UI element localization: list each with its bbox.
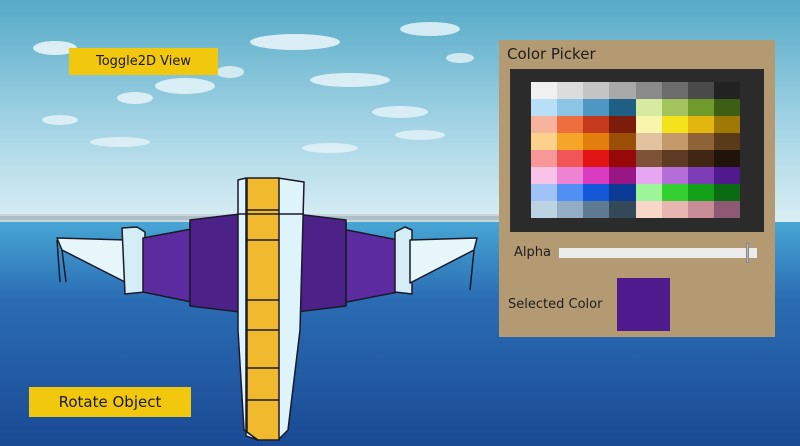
color-swatch[interactable] xyxy=(557,150,584,167)
color-swatch[interactable] xyxy=(583,99,610,116)
color-swatch[interactable] xyxy=(531,82,558,99)
color-swatch[interactable] xyxy=(635,99,662,116)
color-swatch[interactable] xyxy=(609,150,636,167)
color-palette-grid xyxy=(531,82,740,218)
color-swatch[interactable] xyxy=(531,133,558,150)
color-swatch[interactable] xyxy=(557,133,584,150)
color-swatch[interactable] xyxy=(609,167,636,184)
color-swatch[interactable] xyxy=(557,167,584,184)
color-swatch[interactable] xyxy=(635,133,662,150)
palette-frame xyxy=(510,69,764,232)
color-swatch[interactable] xyxy=(661,82,688,99)
color-swatch[interactable] xyxy=(609,99,636,116)
color-swatch[interactable] xyxy=(635,82,662,99)
color-swatch[interactable] xyxy=(609,133,636,150)
color-swatch[interactable] xyxy=(661,99,688,116)
selected-color-label: Selected Color xyxy=(508,297,603,312)
color-swatch[interactable] xyxy=(557,184,584,201)
color-swatch[interactable] xyxy=(661,150,688,167)
color-swatch[interactable] xyxy=(583,167,610,184)
color-swatch[interactable] xyxy=(687,99,714,116)
color-swatch[interactable] xyxy=(713,184,740,201)
color-swatch[interactable] xyxy=(583,184,610,201)
color-swatch[interactable] xyxy=(687,150,714,167)
color-swatch[interactable] xyxy=(635,116,662,133)
color-swatch[interactable] xyxy=(609,184,636,201)
color-swatch[interactable] xyxy=(661,201,688,218)
color-swatch[interactable] xyxy=(609,201,636,218)
color-swatch[interactable] xyxy=(583,82,610,99)
color-swatch[interactable] xyxy=(583,116,610,133)
color-swatch[interactable] xyxy=(713,150,740,167)
color-swatch[interactable] xyxy=(531,167,558,184)
color-swatch[interactable] xyxy=(713,99,740,116)
alpha-slider-handle[interactable] xyxy=(746,243,750,263)
color-swatch[interactable] xyxy=(635,184,662,201)
color-swatch[interactable] xyxy=(713,116,740,133)
color-swatch[interactable] xyxy=(557,82,584,99)
color-swatch[interactable] xyxy=(609,116,636,133)
color-swatch[interactable] xyxy=(531,201,558,218)
color-swatch[interactable] xyxy=(687,116,714,133)
rotate-object-button[interactable]: Rotate Object xyxy=(29,387,191,417)
color-swatch[interactable] xyxy=(687,201,714,218)
color-swatch[interactable] xyxy=(687,82,714,99)
selected-color-swatch xyxy=(617,278,670,331)
color-swatch[interactable] xyxy=(713,167,740,184)
toggle-2d-view-button[interactable]: Toggle2D View xyxy=(69,48,218,75)
color-swatch[interactable] xyxy=(557,99,584,116)
color-swatch[interactable] xyxy=(635,167,662,184)
color-swatch[interactable] xyxy=(609,82,636,99)
color-swatch[interactable] xyxy=(557,201,584,218)
color-swatch[interactable] xyxy=(531,99,558,116)
color-swatch[interactable] xyxy=(713,201,740,218)
color-swatch[interactable] xyxy=(635,201,662,218)
color-swatch[interactable] xyxy=(531,184,558,201)
color-swatch[interactable] xyxy=(635,150,662,167)
color-swatch[interactable] xyxy=(661,167,688,184)
color-swatch[interactable] xyxy=(531,116,558,133)
color-swatch[interactable] xyxy=(583,150,610,167)
color-swatch[interactable] xyxy=(583,201,610,218)
color-swatch[interactable] xyxy=(713,82,740,99)
color-swatch[interactable] xyxy=(583,133,610,150)
color-swatch[interactable] xyxy=(687,133,714,150)
color-swatch[interactable] xyxy=(687,184,714,201)
color-swatch[interactable] xyxy=(661,116,688,133)
color-swatch[interactable] xyxy=(531,150,558,167)
color-swatch[interactable] xyxy=(687,167,714,184)
alpha-slider[interactable] xyxy=(559,243,757,263)
color-picker-title: Color Picker xyxy=(507,45,596,63)
color-picker-panel: Color Picker Alpha Selected Color xyxy=(499,40,775,337)
color-swatch[interactable] xyxy=(713,133,740,150)
color-swatch[interactable] xyxy=(661,184,688,201)
color-swatch[interactable] xyxy=(661,133,688,150)
color-swatch[interactable] xyxy=(557,116,584,133)
alpha-label: Alpha xyxy=(514,245,551,260)
